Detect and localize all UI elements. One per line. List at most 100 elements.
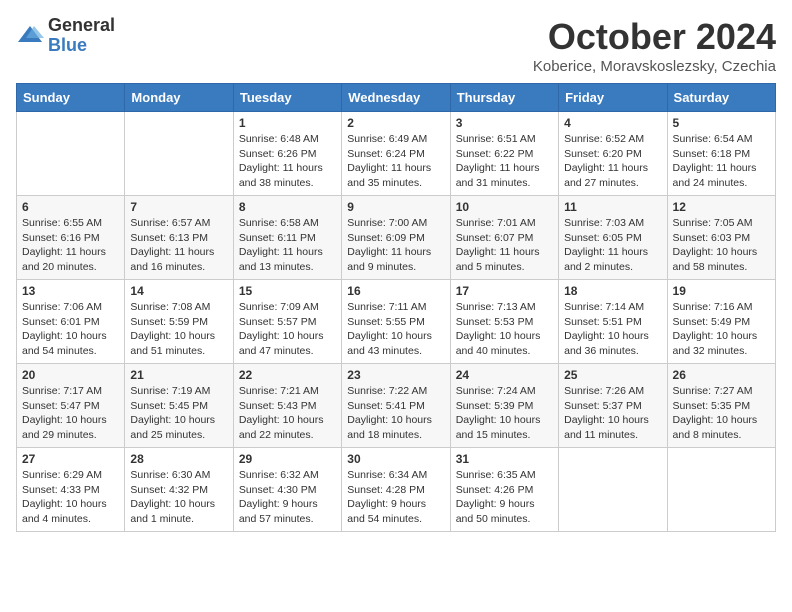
logo: General Blue — [16, 16, 115, 56]
day-cell: 26Sunrise: 7:27 AMSunset: 5:35 PMDayligh… — [667, 364, 775, 448]
day-cell: 6 Sunrise: 6:55 AMSunset: 6:16 PMDaylight… — [17, 196, 125, 280]
day-cell: 27 Sunrise: 6:29 AMSunset: 4:33 PMDayligh… — [17, 448, 125, 532]
week-row-3: 20 Sunrise: 7:17 AMSunset: 5:47 PMDayligh… — [17, 364, 776, 448]
day-cell: 18 Sunrise: 7:14 AMSunset: 5:51 PMDayligh… — [559, 280, 667, 364]
day-cell: 17 Sunrise: 7:13 AMSunset: 5:53 PMDayligh… — [450, 280, 558, 364]
day-info: Sunrise: 6:55 AMSunset: 6:16 PMDaylight:… — [22, 216, 119, 275]
day-number: 14 — [130, 284, 227, 298]
day-number: 21 — [130, 368, 227, 382]
day-info: Sunrise: 7:17 AMSunset: 5:47 PMDaylight:… — [22, 384, 119, 443]
day-info: Sunrise: 7:14 AMSunset: 5:51 PMDaylight:… — [564, 300, 661, 359]
day-cell — [17, 112, 125, 196]
calendar-subtitle: Koberice, Moravskoslezsky, Czechia — [533, 58, 776, 75]
day-cell — [559, 448, 667, 532]
day-cell: 8 Sunrise: 6:58 AMSunset: 6:11 PMDaylight… — [233, 196, 341, 280]
day-info: Sunrise: 7:08 AMSunset: 5:59 PMDaylight:… — [130, 300, 227, 359]
week-row-2: 13 Sunrise: 7:06 AMSunset: 6:01 PMDayligh… — [17, 280, 776, 364]
day-number: 25 — [564, 368, 661, 382]
day-info: Sunrise: 6:29 AMSunset: 4:33 PMDaylight:… — [22, 468, 119, 527]
day-number: 3 — [456, 116, 553, 130]
day-number: 6 — [22, 200, 119, 214]
day-number: 12 — [673, 200, 770, 214]
logo-icon — [16, 22, 44, 50]
day-info: Sunrise: 6:58 AMSunset: 6:11 PMDaylight:… — [239, 216, 336, 275]
day-cell: 15 Sunrise: 7:09 AMSunset: 5:57 PMDayligh… — [233, 280, 341, 364]
day-info: Sunrise: 7:11 AMSunset: 5:55 PMDaylight:… — [347, 300, 444, 359]
day-info: Sunrise: 7:13 AMSunset: 5:53 PMDaylight:… — [456, 300, 553, 359]
week-row-1: 6 Sunrise: 6:55 AMSunset: 6:16 PMDaylight… — [17, 196, 776, 280]
day-info: Sunrise: 7:03 AMSunset: 6:05 PMDaylight:… — [564, 216, 661, 275]
header-wednesday: Wednesday — [342, 84, 450, 112]
calendar-title: October 2024 — [533, 16, 776, 58]
calendar-table: SundayMondayTuesdayWednesdayThursdayFrid… — [16, 83, 776, 532]
day-number: 27 — [22, 452, 119, 466]
day-number: 5 — [673, 116, 770, 130]
day-cell: 21Sunrise: 7:19 AMSunset: 5:45 PMDayligh… — [125, 364, 233, 448]
header-monday: Monday — [125, 84, 233, 112]
day-info: Sunrise: 6:32 AMSunset: 4:30 PMDaylight:… — [239, 468, 336, 527]
day-info: Sunrise: 6:51 AMSunset: 6:22 PMDaylight:… — [456, 132, 553, 191]
day-info: Sunrise: 7:27 AMSunset: 5:35 PMDaylight:… — [673, 384, 770, 443]
day-cell: 25Sunrise: 7:26 AMSunset: 5:37 PMDayligh… — [559, 364, 667, 448]
day-info: Sunrise: 7:22 AMSunset: 5:41 PMDaylight:… — [347, 384, 444, 443]
day-info: Sunrise: 6:54 AMSunset: 6:18 PMDaylight:… — [673, 132, 770, 191]
day-info: Sunrise: 7:09 AMSunset: 5:57 PMDaylight:… — [239, 300, 336, 359]
day-number: 19 — [673, 284, 770, 298]
day-info: Sunrise: 6:52 AMSunset: 6:20 PMDaylight:… — [564, 132, 661, 191]
day-cell: 16 Sunrise: 7:11 AMSunset: 5:55 PMDayligh… — [342, 280, 450, 364]
day-cell: 22 Sunrise: 7:21 AMSunset: 5:43 PMDayligh… — [233, 364, 341, 448]
day-cell: 19Sunrise: 7:16 AMSunset: 5:49 PMDayligh… — [667, 280, 775, 364]
day-info: Sunrise: 7:21 AMSunset: 5:43 PMDaylight:… — [239, 384, 336, 443]
day-cell: 9 Sunrise: 7:00 AMSunset: 6:09 PMDaylight… — [342, 196, 450, 280]
day-cell: 1Sunrise: 6:48 AMSunset: 6:26 PMDaylight… — [233, 112, 341, 196]
title-block: October 2024 Koberice, Moravskoslezsky, … — [533, 16, 776, 75]
logo-general-text: General — [48, 16, 115, 36]
day-number: 18 — [564, 284, 661, 298]
day-cell: 4Sunrise: 6:52 AMSunset: 6:20 PMDaylight… — [559, 112, 667, 196]
day-info: Sunrise: 6:34 AMSunset: 4:28 PMDaylight:… — [347, 468, 444, 527]
day-number: 22 — [239, 368, 336, 382]
day-number: 17 — [456, 284, 553, 298]
day-info: Sunrise: 7:01 AMSunset: 6:07 PMDaylight:… — [456, 216, 553, 275]
week-row-0: 1Sunrise: 6:48 AMSunset: 6:26 PMDaylight… — [17, 112, 776, 196]
day-cell: 3 Sunrise: 6:51 AMSunset: 6:22 PMDaylight… — [450, 112, 558, 196]
day-cell: 14 Sunrise: 7:08 AMSunset: 5:59 PMDayligh… — [125, 280, 233, 364]
day-number: 28 — [130, 452, 227, 466]
week-row-4: 27 Sunrise: 6:29 AMSunset: 4:33 PMDayligh… — [17, 448, 776, 532]
day-number: 31 — [456, 452, 553, 466]
calendar-header-row: SundayMondayTuesdayWednesdayThursdayFrid… — [17, 84, 776, 112]
day-cell: 2 Sunrise: 6:49 AMSunset: 6:24 PMDaylight… — [342, 112, 450, 196]
day-number: 8 — [239, 200, 336, 214]
header-friday: Friday — [559, 84, 667, 112]
day-number: 15 — [239, 284, 336, 298]
day-number: 9 — [347, 200, 444, 214]
day-cell: 29 Sunrise: 6:32 AMSunset: 4:30 PMDayligh… — [233, 448, 341, 532]
day-number: 16 — [347, 284, 444, 298]
day-number: 29 — [239, 452, 336, 466]
day-info: Sunrise: 6:48 AMSunset: 6:26 PMDaylight:… — [239, 132, 336, 191]
day-cell: 10 Sunrise: 7:01 AMSunset: 6:07 PMDayligh… — [450, 196, 558, 280]
day-info: Sunrise: 6:57 AMSunset: 6:13 PMDaylight:… — [130, 216, 227, 275]
day-info: Sunrise: 7:00 AMSunset: 6:09 PMDaylight:… — [347, 216, 444, 275]
day-cell: 7 Sunrise: 6:57 AMSunset: 6:13 PMDaylight… — [125, 196, 233, 280]
logo-blue-text: Blue — [48, 36, 115, 56]
day-cell: 11Sunrise: 7:03 AMSunset: 6:05 PMDayligh… — [559, 196, 667, 280]
day-info: Sunrise: 6:49 AMSunset: 6:24 PMDaylight:… — [347, 132, 444, 191]
day-info: Sunrise: 7:06 AMSunset: 6:01 PMDaylight:… — [22, 300, 119, 359]
day-number: 24 — [456, 368, 553, 382]
day-number: 13 — [22, 284, 119, 298]
day-cell: 31 Sunrise: 6:35 AMSunset: 4:26 PMDayligh… — [450, 448, 558, 532]
day-number: 7 — [130, 200, 227, 214]
header-saturday: Saturday — [667, 84, 775, 112]
day-cell: 20 Sunrise: 7:17 AMSunset: 5:47 PMDayligh… — [17, 364, 125, 448]
header-thursday: Thursday — [450, 84, 558, 112]
day-number: 30 — [347, 452, 444, 466]
header-tuesday: Tuesday — [233, 84, 341, 112]
day-info: Sunrise: 6:35 AMSunset: 4:26 PMDaylight:… — [456, 468, 553, 527]
day-number: 23 — [347, 368, 444, 382]
day-number: 2 — [347, 116, 444, 130]
day-number: 20 — [22, 368, 119, 382]
day-cell — [667, 448, 775, 532]
day-number: 10 — [456, 200, 553, 214]
day-cell: 23 Sunrise: 7:22 AMSunset: 5:41 PMDayligh… — [342, 364, 450, 448]
